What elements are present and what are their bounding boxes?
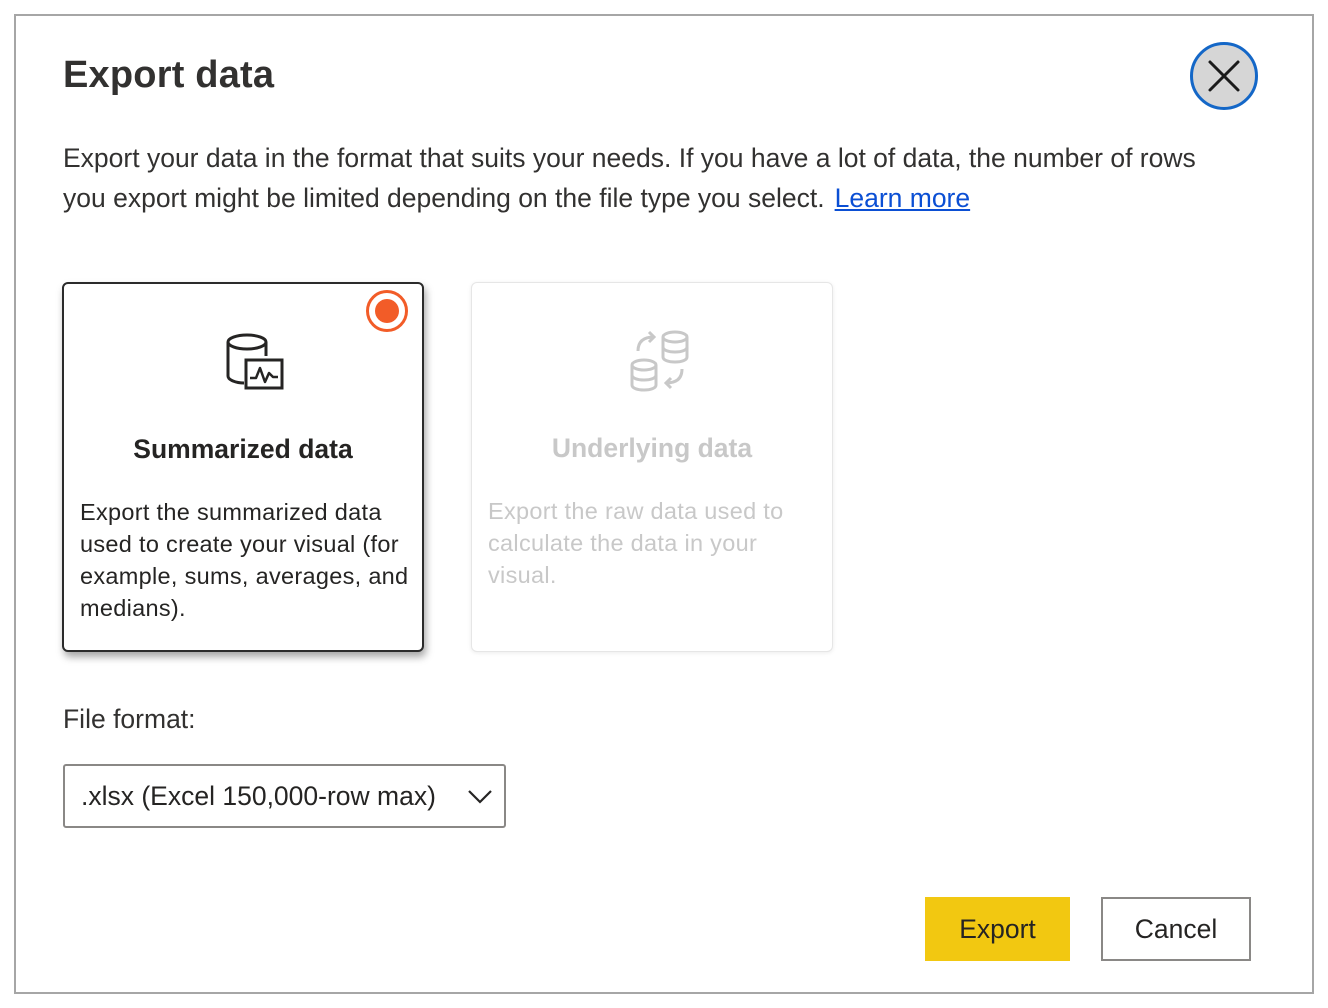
close-icon (1208, 60, 1240, 92)
database-chart-icon (226, 333, 284, 390)
file-format-label: File format: (63, 704, 196, 734)
export-data-dialog: Export data Export your data in the form… (14, 14, 1314, 994)
file-format-value: .xlsx (Excel 150,000-row max) (81, 780, 436, 811)
option-card-summarized-data[interactable]: Summarized data Export the summarized da… (62, 282, 424, 652)
option-description: Export the raw data used to calculate th… (488, 498, 784, 588)
cancel-button[interactable]: Cancel (1101, 897, 1251, 961)
close-button[interactable] (1190, 42, 1258, 110)
option-description: Export the summarized data used to creat… (80, 499, 409, 621)
radio-selected[interactable] (366, 290, 408, 332)
option-title: Underlying data (551, 433, 753, 463)
file-format-dropdown[interactable]: .xlsx (Excel 150,000-row max) (63, 764, 506, 828)
database-sync-icon (630, 330, 689, 392)
learn-more-link[interactable]: Learn more (835, 183, 971, 213)
chevron-down-icon (468, 790, 492, 804)
export-button[interactable]: Export (925, 897, 1070, 961)
option-card-underlying-data: Underlying data Export the raw data used… (471, 282, 833, 652)
description-text: Export your data in the format that suit… (63, 143, 1196, 213)
dialog-description: Export your data in the format that suit… (63, 138, 1243, 218)
option-title: Summarized data (133, 434, 353, 464)
dialog-title: Export data (63, 54, 275, 96)
radio-dot (375, 299, 399, 323)
